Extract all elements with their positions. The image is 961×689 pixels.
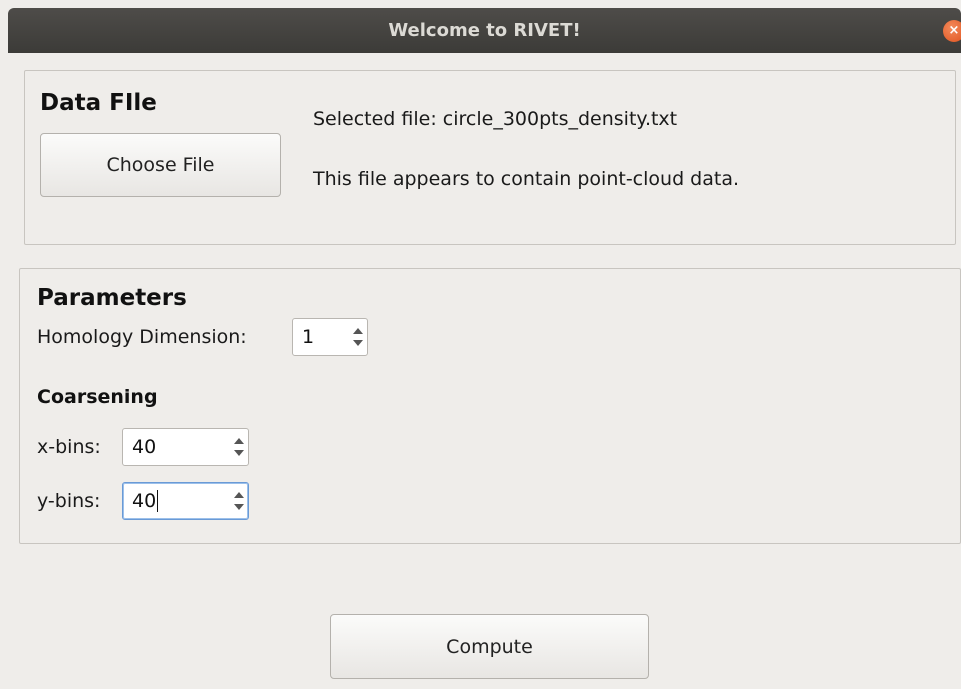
text-caret [157,490,159,513]
spin-down-icon[interactable] [234,450,244,456]
xbins-spinbox[interactable]: 40 [122,428,249,466]
homology-dimension-label: Homology Dimension: [37,326,247,348]
homology-dimension-spinbox[interactable]: 1 [292,318,368,356]
selected-file-text: Selected file: circle_300pts_density.txt [313,108,678,130]
ybins-field: 40 [123,490,230,513]
ybins-spinbox[interactable]: 40 [122,482,249,520]
parameters-heading: Parameters [37,285,187,311]
spin-up-icon[interactable] [353,328,363,334]
spin-up-icon[interactable] [234,438,244,444]
spin-down-icon[interactable] [234,504,244,510]
spin-arrows[interactable] [349,319,367,355]
window-title: Welcome to RIVET! [388,20,581,41]
spin-down-icon[interactable] [353,340,363,346]
compute-button[interactable]: Compute [330,614,649,679]
xbins-label: x-bins: [37,436,101,458]
window-titlebar: Welcome to RIVET! × [8,8,961,53]
ybins-value: 40 [132,489,157,512]
data-file-heading: Data FIle [40,90,157,116]
file-info-text: This file appears to contain point-cloud… [313,168,740,190]
choose-file-button[interactable]: Choose File [40,133,281,197]
close-icon[interactable]: × [943,20,961,42]
homology-dimension-value: 1 [302,326,315,348]
xbins-value: 40 [132,436,157,458]
spin-arrows[interactable] [230,483,248,519]
ybins-label: y-bins: [37,490,101,512]
spin-arrows[interactable] [230,429,248,465]
coarsening-heading: Coarsening [37,386,158,408]
spin-up-icon[interactable] [234,492,244,498]
